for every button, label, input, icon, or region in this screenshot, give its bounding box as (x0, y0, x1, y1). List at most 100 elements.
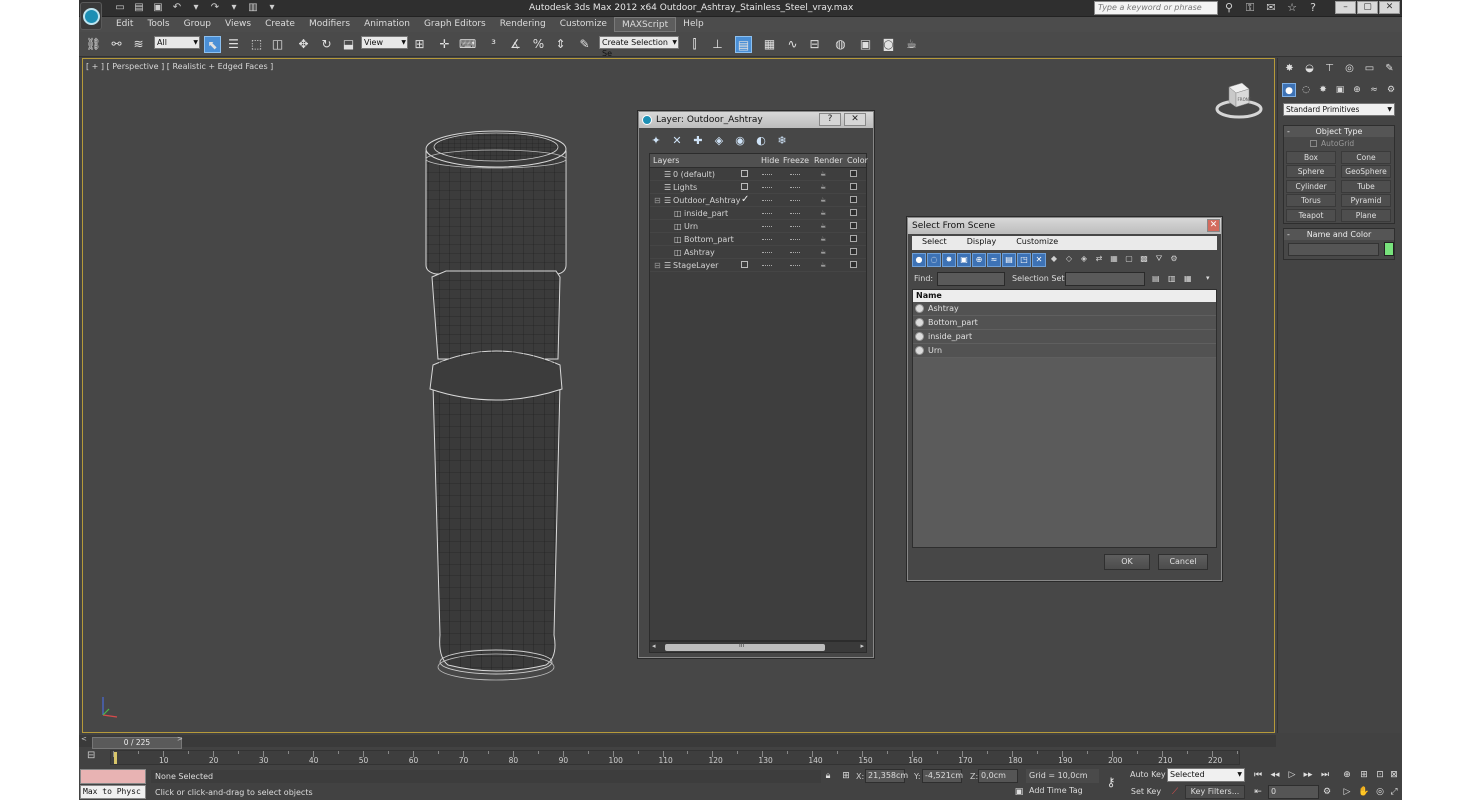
geosphere-button[interactable]: GeoSphere (1341, 165, 1391, 178)
shapes-filter-icon[interactable]: ◌ (927, 253, 941, 267)
spacewarps-filter-icon[interactable]: ≈ (987, 253, 1001, 267)
hide-toggle[interactable] (741, 261, 748, 268)
absolute-mode-icon[interactable]: ⊞ (839, 769, 853, 783)
col-hide[interactable]: Hide (761, 156, 779, 165)
mini-curve-editor-icon[interactable]: ⊟ (87, 750, 95, 761)
layer-row-lights[interactable]: ☰ Lights ☕ (650, 181, 866, 194)
create-tab-icon[interactable]: ✸ (1282, 61, 1297, 76)
layer-color-swatch[interactable] (850, 183, 857, 190)
freeze-toggle-2[interactable] (790, 265, 800, 266)
object-name-input[interactable] (1288, 243, 1379, 256)
object-type-header[interactable]: Object Type (1284, 126, 1394, 137)
render-teapot-icon[interactable]: ☕ (820, 209, 826, 217)
col-freeze[interactable]: Freeze (783, 156, 809, 165)
geometry-category-icon[interactable]: ● (1282, 83, 1296, 97)
cylinder-button[interactable]: Cylinder (1286, 180, 1336, 193)
selection-set-dropdown[interactable] (1065, 272, 1145, 286)
redo-icon[interactable]: ↷ (208, 2, 222, 14)
layer-color-swatch[interactable] (850, 196, 857, 203)
freeze-toggle[interactable] (762, 174, 772, 175)
freeze-toggle[interactable] (762, 226, 772, 227)
link-icon[interactable]: ⛓ (85, 36, 102, 53)
menu-maxscript[interactable]: MAXScript (613, 17, 677, 32)
layer-close-button[interactable]: ✕ (844, 113, 866, 126)
layer-color-swatch[interactable] (850, 170, 857, 177)
layer-row-stagelayer[interactable]: ⊟ ☰ StageLayer ☕ (650, 259, 866, 272)
object-row-inside-part[interactable]: inside_part (913, 330, 1216, 344)
torus-button[interactable]: Torus (1286, 194, 1336, 207)
z-coordinate-field[interactable]: 0,0cm (978, 769, 1018, 783)
key-mode-toggle-icon[interactable]: ⟋ (1168, 785, 1182, 799)
scroll-right-icon[interactable]: ▸ (860, 642, 864, 650)
object-color-swatch[interactable] (850, 209, 857, 216)
pyramid-button[interactable]: Pyramid (1341, 194, 1391, 207)
time-next-icon[interactable]: > (177, 735, 183, 743)
render-teapot-icon[interactable]: ☕ (820, 222, 826, 230)
filter-icon[interactable]: ⛛ (1152, 253, 1166, 267)
cameras-category-icon[interactable]: ▣ (1333, 83, 1347, 97)
cancel-button[interactable]: Cancel (1158, 554, 1208, 570)
box-button[interactable]: Box (1286, 151, 1336, 164)
graphite-ribbon-icon[interactable]: ▦ (761, 36, 778, 53)
sphere-button[interactable]: Sphere (1286, 165, 1336, 178)
current-frame-field[interactable]: 0 (1268, 785, 1319, 799)
freeze-toggle[interactable] (762, 187, 772, 188)
scale-icon[interactable]: ⬓ (340, 36, 357, 53)
fov-icon[interactable]: ▷ (1340, 785, 1354, 799)
reference-coord-dropdown[interactable]: View (361, 36, 408, 49)
layer-dialog-titlebar[interactable]: Layer: Outdoor_Ashtray ? ✕ (639, 112, 873, 128)
collapse-icon[interactable]: ⊟ (654, 196, 661, 205)
col-color[interactable]: Color (847, 156, 868, 165)
delete-layer-icon[interactable]: ✕ (670, 134, 684, 148)
render-teapot-icon[interactable]: ☕ (820, 248, 826, 256)
minimize-button[interactable]: – (1335, 1, 1356, 14)
auto-key-button[interactable]: Auto Key (1130, 770, 1166, 779)
select-close-button[interactable]: ✕ (1207, 219, 1220, 232)
y-coordinate-field[interactable]: -4,521cm (922, 769, 963, 783)
window-crossing-icon[interactable]: ◫ (269, 36, 286, 53)
layer-object-inside-part[interactable]: ◫ inside_part ☕ (650, 207, 866, 220)
project-folder-icon[interactable]: ▥ (246, 2, 260, 14)
viewport-label[interactable]: [ + ] [ Perspective ] [ Realistic + Edge… (86, 62, 273, 71)
motion-tab-icon[interactable]: ◎ (1342, 61, 1357, 76)
bind-space-warp-icon[interactable]: ≋ (130, 36, 147, 53)
primitive-type-dropdown[interactable]: Standard Primitives (1283, 103, 1395, 116)
freeze-toggle-2[interactable] (790, 200, 800, 201)
new-file-icon[interactable]: ▭ (113, 2, 127, 14)
close-button[interactable]: ✕ (1379, 1, 1400, 14)
zoom-extents-all-icon[interactable]: ⊠ (1387, 768, 1401, 782)
tube-button[interactable]: Tube (1341, 180, 1391, 193)
render-teapot-icon[interactable]: ☕ (820, 170, 826, 178)
xrefs-filter-icon[interactable]: ◳ (1017, 253, 1031, 267)
star-icon[interactable]: ☆ (1285, 2, 1299, 14)
object-color-swatch[interactable] (850, 235, 857, 242)
find-input[interactable] (937, 272, 1005, 286)
highlight-selected-icon[interactable]: ◉ (733, 134, 747, 148)
maxscript-listener-output[interactable] (80, 769, 146, 784)
add-to-layer-icon[interactable]: ✚ (691, 134, 705, 148)
collapse-icon[interactable]: ⊟ (654, 261, 661, 270)
menu-customize[interactable]: Customize (553, 17, 614, 32)
time-config-icon[interactable]: ⚙ (1320, 785, 1334, 799)
orbit-icon[interactable]: ◎ (1373, 785, 1387, 799)
object-color-swatch[interactable] (850, 248, 857, 255)
freeze-toggle-2[interactable] (790, 252, 800, 253)
spinner-snap-icon[interactable]: ⇕ (552, 36, 569, 53)
name-column-header[interactable]: Name (913, 290, 1216, 302)
layer-object-urn[interactable]: ◫ Urn ☕ (650, 220, 866, 233)
scroll-left-icon[interactable]: ◂ (652, 642, 656, 650)
select-manipulate-icon[interactable]: ✛ (436, 36, 453, 53)
pan-icon[interactable]: ✋ (1357, 785, 1371, 799)
key-mode-icon[interactable]: ⇤ (1251, 785, 1265, 799)
hide-toggle[interactable] (741, 170, 748, 177)
key-mode-dropdown[interactable]: Selected (1167, 768, 1245, 782)
menu-customize-dlg[interactable]: Customize (1006, 236, 1068, 250)
hierarchy-tab-icon[interactable]: ⊤ (1322, 61, 1337, 76)
systems-category-icon[interactable]: ⚙ (1384, 83, 1398, 97)
freeze-toggle-2[interactable] (790, 226, 800, 227)
layer-row-default[interactable]: ☰ 0 (default) ☕ (650, 168, 866, 181)
menu-edit[interactable]: Edit (109, 17, 140, 32)
object-color-swatch[interactable] (850, 222, 857, 229)
menu-create[interactable]: Create (258, 17, 302, 32)
selection-set-remove-icon[interactable]: ▦ (1184, 274, 1192, 283)
